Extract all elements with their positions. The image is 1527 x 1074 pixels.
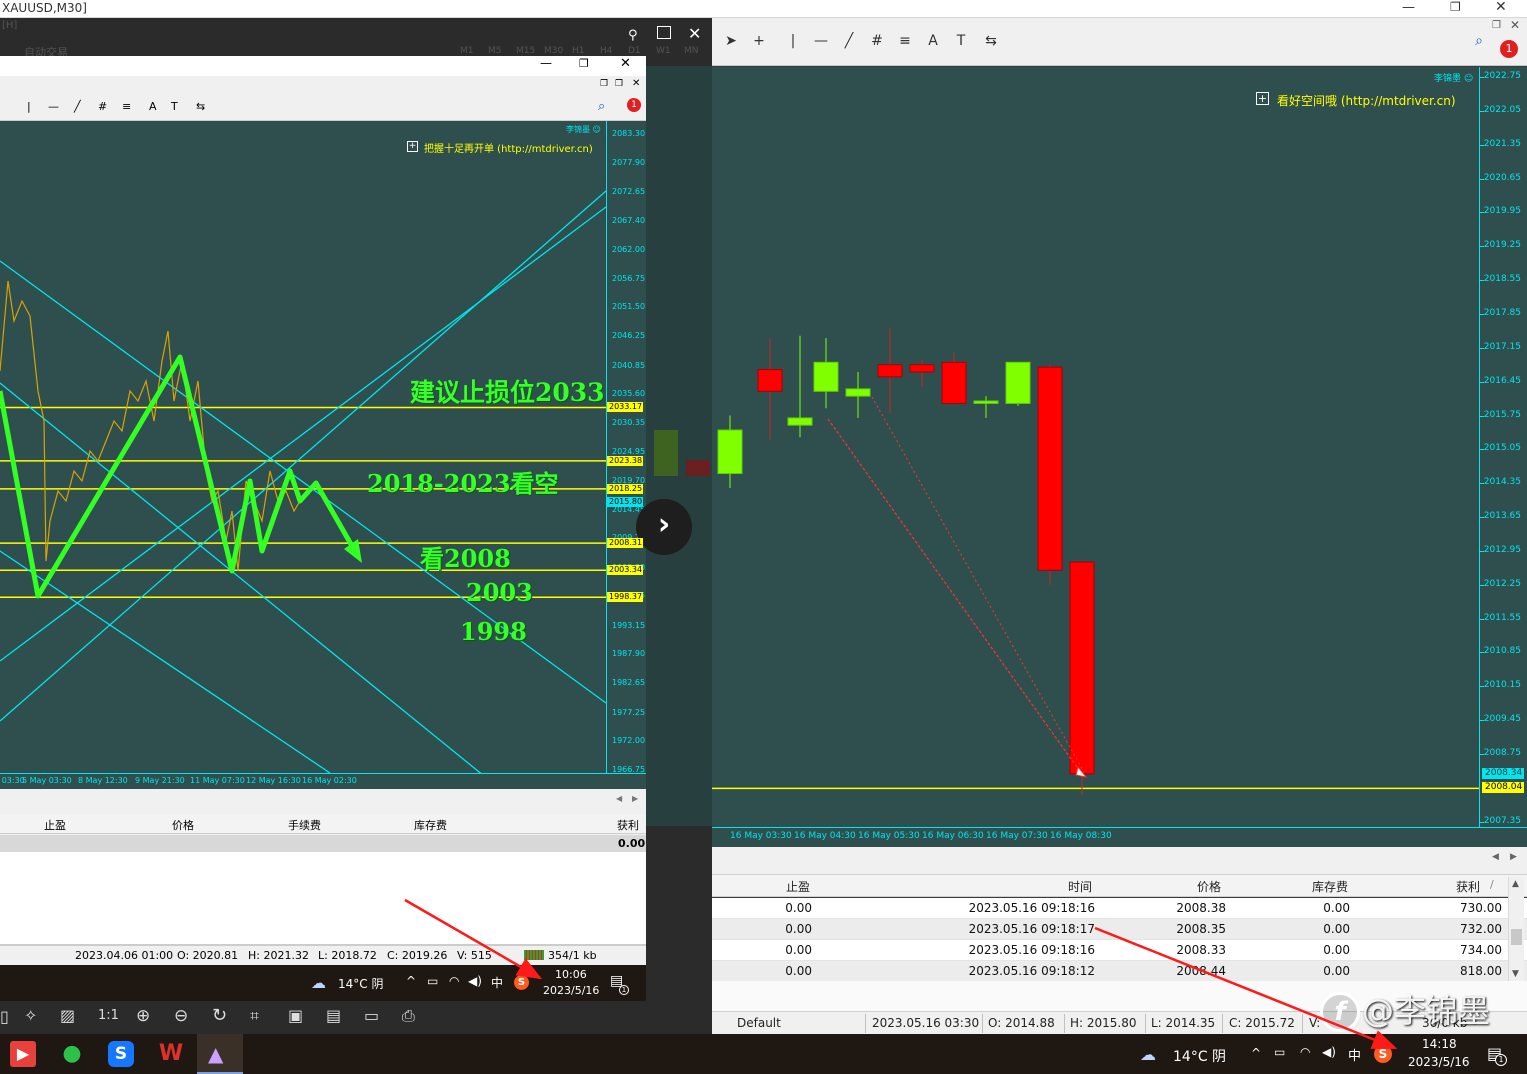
arrow-to-popup-clock [404,898,543,980]
arrow-to-taskbar-clock [1094,926,1398,1050]
price-level-box: 1998.37 [607,592,643,603]
price-level-box: 2033.17 [607,402,643,413]
price-level-box: 2015.80 [607,497,643,508]
price-level-box: 2023.38 [607,455,643,466]
pointer-arrows [404,898,1398,1050]
price-level-box: 2003.34 [607,565,643,576]
screen: XAUUSD,M30] — ❐ ✕ ❐ ✕ ➤ + | — ╱ # ≡ A T … [0,0,1527,1074]
price-level-box: 2018.25 [607,483,643,494]
price-level-box: 2008.31 [607,538,643,549]
